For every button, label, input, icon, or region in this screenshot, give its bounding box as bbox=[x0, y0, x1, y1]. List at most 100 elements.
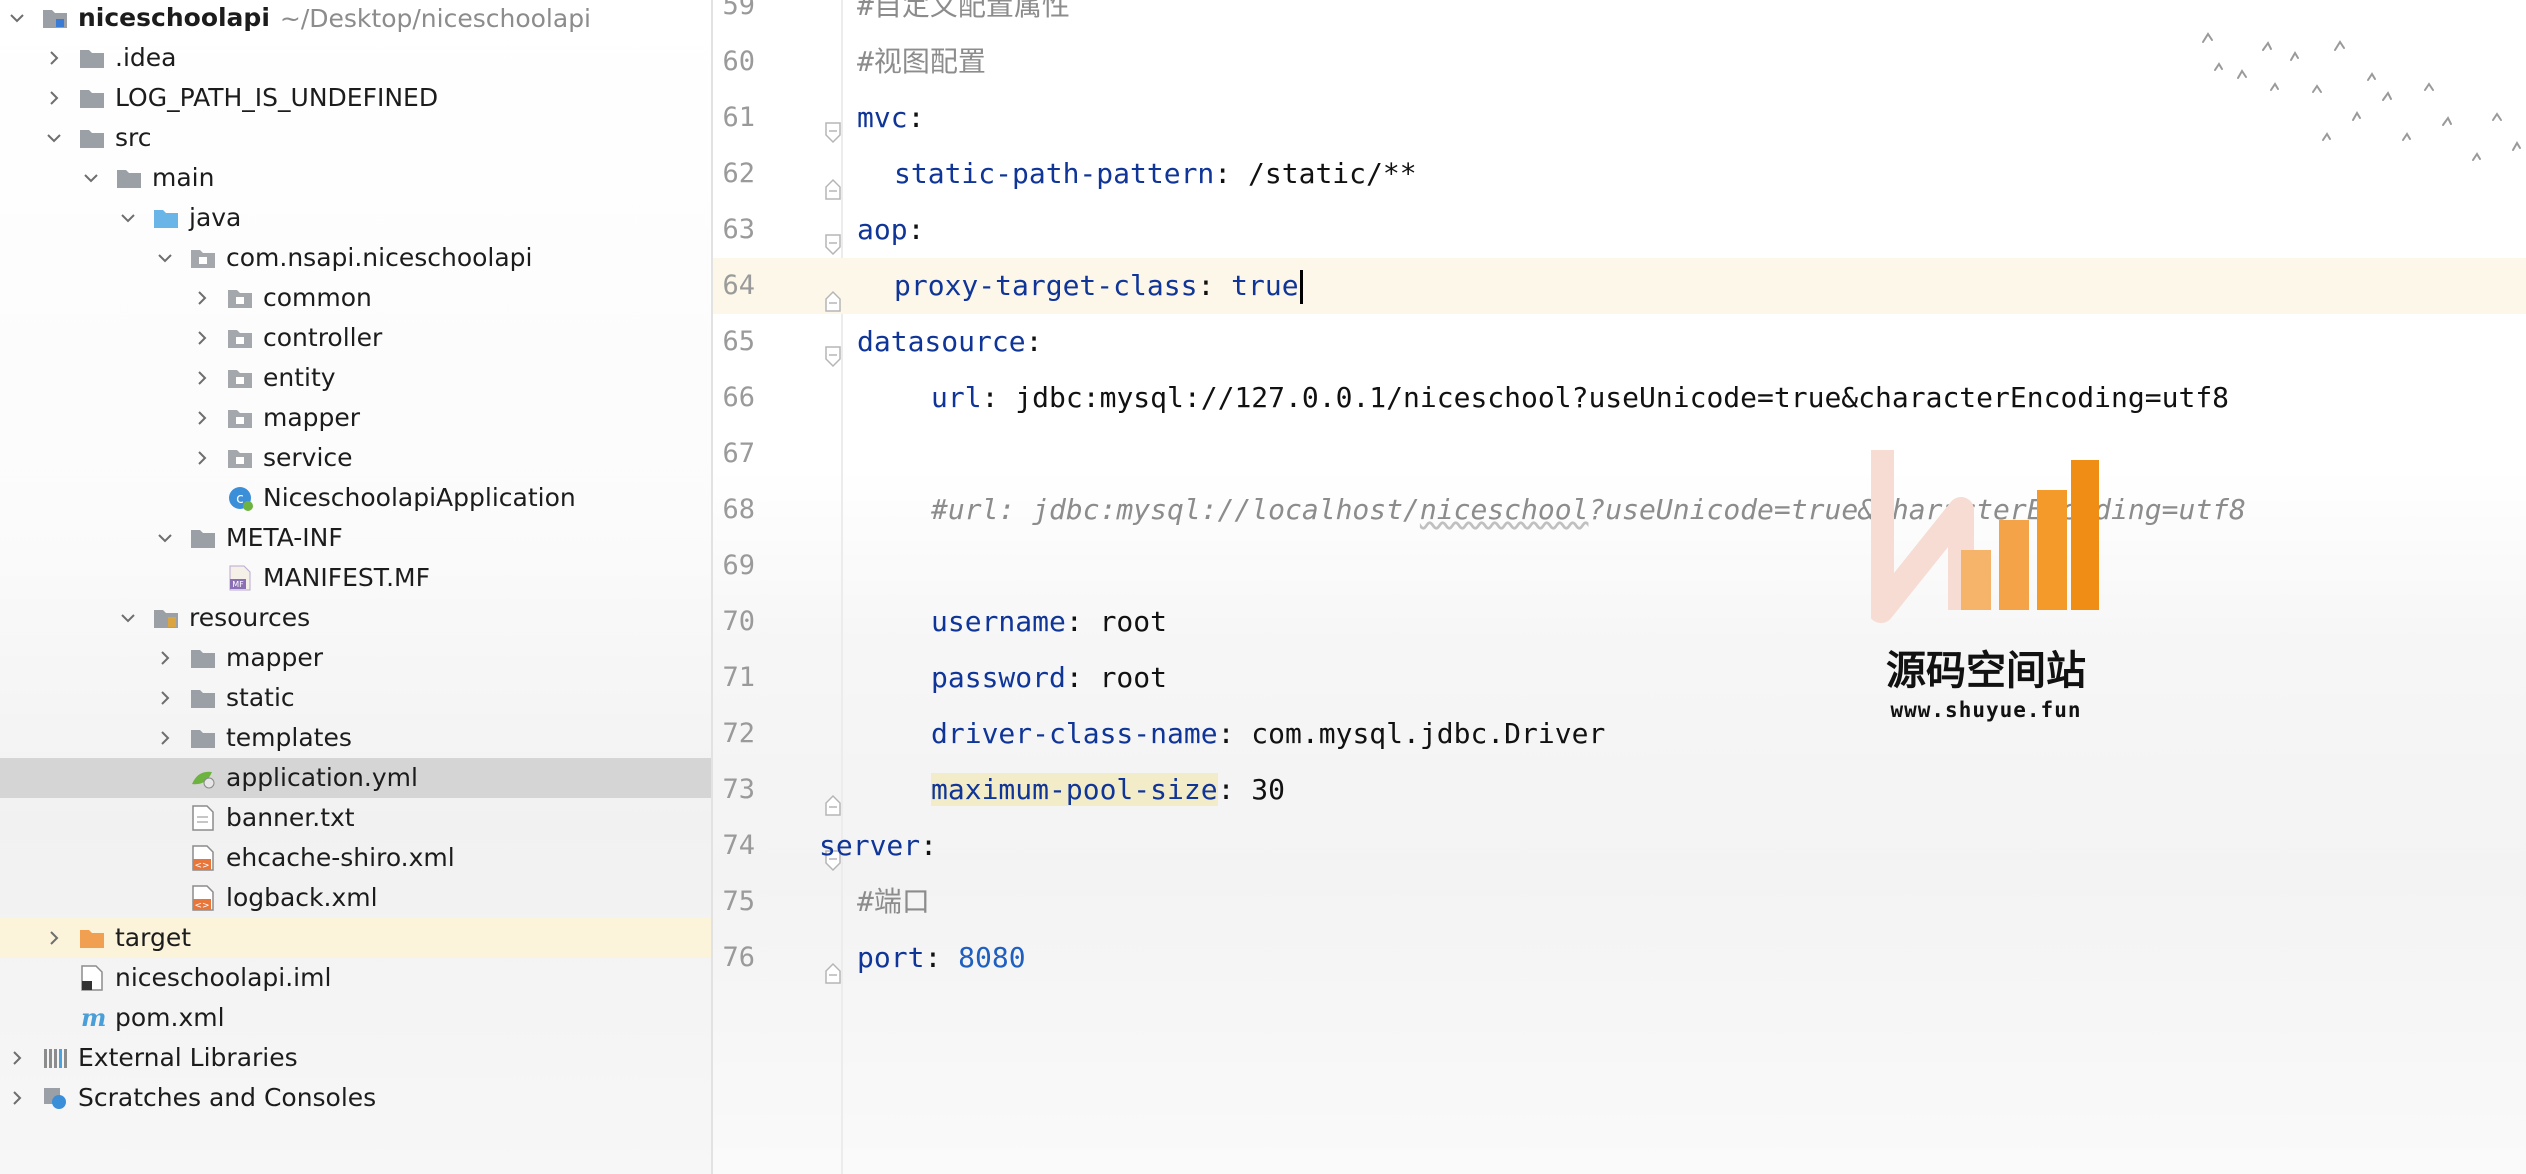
code-text: #端口 bbox=[857, 874, 930, 930]
code-token: proxy-target-class bbox=[894, 269, 1198, 302]
expand-arrow-right-icon[interactable] bbox=[193, 289, 211, 307]
expand-arrow-down-icon[interactable] bbox=[119, 609, 137, 627]
code-text: driver-class-name: com.mysql.jdbc.Driver bbox=[931, 706, 1605, 762]
code-token: maximum-pool-size bbox=[931, 773, 1218, 806]
tree-item-service[interactable]: service bbox=[0, 438, 711, 478]
tree-item-scratches-and-consoles[interactable]: Scratches and Consoles bbox=[0, 1078, 711, 1118]
expand-arrow-down-icon[interactable] bbox=[45, 129, 63, 147]
code-line[interactable]: 67 bbox=[713, 426, 2526, 482]
fold-end-icon[interactable] bbox=[825, 779, 841, 816]
code-token: : bbox=[907, 101, 925, 134]
tree-item-pom-xml[interactable]: m pom.xml bbox=[0, 998, 711, 1038]
code-line[interactable]: 74 server: bbox=[713, 818, 2526, 874]
tree-item-ehcache-shiro-xml[interactable]: <> ehcache-shiro.xml bbox=[0, 838, 711, 878]
tree-item-idea[interactable]: .idea bbox=[0, 38, 711, 78]
fold-end-icon[interactable] bbox=[825, 947, 841, 984]
code-token: : bbox=[924, 941, 959, 974]
folder-icon bbox=[190, 526, 216, 550]
tree-item-application-yml[interactable]: application.yml bbox=[0, 758, 711, 798]
expand-arrow-right-icon[interactable] bbox=[193, 369, 211, 387]
code-text: username: root bbox=[931, 594, 1167, 650]
expand-arrow-right-icon[interactable] bbox=[193, 329, 211, 347]
tree-item-java[interactable]: java bbox=[0, 198, 711, 238]
tree-item-manifest-mf[interactable]: MF MANIFEST.MF bbox=[0, 558, 711, 598]
tree-item-templates[interactable]: templates bbox=[0, 718, 711, 758]
tree-item-label: pom.xml bbox=[115, 1003, 225, 1032]
tree-item-logback-xml[interactable]: <> logback.xml bbox=[0, 878, 711, 918]
tree-item-label: META-INF bbox=[226, 523, 343, 552]
expand-arrow-down-icon[interactable] bbox=[156, 529, 174, 547]
code-token: : bbox=[907, 213, 925, 246]
expand-arrow-right-icon[interactable] bbox=[193, 409, 211, 427]
fold-end-icon[interactable] bbox=[825, 275, 841, 312]
code-line[interactable]: 73 maximum-pool-size: 30 bbox=[713, 762, 2526, 818]
folder-icon bbox=[79, 126, 105, 150]
line-number: 76 bbox=[722, 942, 755, 973]
code-line[interactable]: 64 proxy-target-class: true bbox=[713, 258, 2526, 314]
code-line[interactable]: 65 datasource: bbox=[713, 314, 2526, 370]
code-token: : root bbox=[1065, 661, 1168, 694]
expand-arrow-right-icon[interactable] bbox=[8, 1049, 26, 1067]
code-line[interactable]: 66 url: jdbc:mysql://127.0.0.1/niceschool… bbox=[713, 370, 2526, 426]
expand-arrow-right-icon[interactable] bbox=[156, 649, 174, 667]
expand-arrow-down-icon[interactable] bbox=[8, 9, 26, 27]
tree-item-label: src bbox=[115, 123, 152, 152]
code-line[interactable]: 75 #端口 bbox=[713, 874, 2526, 930]
code-token: : bbox=[1025, 325, 1043, 358]
line-number: 64 bbox=[722, 270, 755, 301]
code-line[interactable]: 76 port: 8080 bbox=[713, 930, 2526, 986]
expand-arrow-right-icon[interactable] bbox=[193, 449, 211, 467]
expand-arrow-right-icon[interactable] bbox=[45, 49, 63, 67]
tree-item-resources[interactable]: resources bbox=[0, 598, 711, 638]
code-line[interactable]: 72 driver-class-name: com.mysql.jdbc.Driv… bbox=[713, 706, 2526, 762]
code-line[interactable]: 70 username: root bbox=[713, 594, 2526, 650]
tree-item-niceschoolapi[interactable]: niceschoolapi ~/Desktop/niceschoolapi bbox=[0, 0, 711, 38]
tree-item-mapper[interactable]: mapper bbox=[0, 398, 711, 438]
line-number: 60 bbox=[722, 46, 755, 77]
tree-item-common[interactable]: common bbox=[0, 278, 711, 318]
expand-arrow-down-icon[interactable] bbox=[156, 249, 174, 267]
expand-arrow-right-icon[interactable] bbox=[8, 1089, 26, 1107]
code-line[interactable]: 69 bbox=[713, 538, 2526, 594]
code-token: password bbox=[931, 661, 1066, 694]
tree-item-niceschoolapiapplication[interactable]: c NiceschoolapiApplication bbox=[0, 478, 711, 518]
line-number: 69 bbox=[722, 550, 755, 581]
expand-arrow-down-icon[interactable] bbox=[82, 169, 100, 187]
expand-arrow-right-icon[interactable] bbox=[45, 89, 63, 107]
code-editor[interactable]: 59 #自定义配置属性 60 #视图配置 61 mvc: 62 static-path-pat… bbox=[713, 0, 2526, 1174]
tree-item-controller[interactable]: controller bbox=[0, 318, 711, 358]
tree-item-static[interactable]: static bbox=[0, 678, 711, 718]
tree-item-mapper[interactable]: mapper bbox=[0, 638, 711, 678]
expand-arrow-right-icon[interactable] bbox=[45, 929, 63, 947]
tree-item-niceschoolapi-iml[interactable]: niceschoolapi.iml bbox=[0, 958, 711, 998]
tree-item-external-libraries[interactable]: External Libraries bbox=[0, 1038, 711, 1078]
tree-item-banner-txt[interactable]: banner.txt bbox=[0, 798, 711, 838]
tree-item-com-nsapi-niceschoolapi[interactable]: com.nsapi.niceschoolapi bbox=[0, 238, 711, 278]
code-line[interactable]: 71 password: root bbox=[713, 650, 2526, 706]
excluded-folder-icon bbox=[79, 926, 105, 950]
line-number: 75 bbox=[722, 886, 755, 917]
tree-item-log-path-is-undefined[interactable]: LOG_PATH_IS_UNDEFINED bbox=[0, 78, 711, 118]
expand-arrow-right-icon[interactable] bbox=[156, 729, 174, 747]
tree-item-target[interactable]: target bbox=[0, 918, 711, 958]
fold-start-icon[interactable] bbox=[825, 219, 841, 256]
tree-item-label: banner.txt bbox=[226, 803, 355, 832]
code-token: static-path-pattern bbox=[894, 157, 1215, 190]
tree-item-meta-inf[interactable]: META-INF bbox=[0, 518, 711, 558]
tree-item-src[interactable]: src bbox=[0, 118, 711, 158]
code-token: driver-class-name bbox=[931, 717, 1218, 750]
code-line[interactable]: 68 #url: jdbc:mysql://localhost/niceschoo… bbox=[713, 482, 2526, 538]
fold-start-icon[interactable] bbox=[825, 331, 841, 368]
expand-arrow-down-icon[interactable] bbox=[119, 209, 137, 227]
code-token: : jdbc:mysql://127.0.0.1/niceschool?useU… bbox=[981, 381, 2230, 414]
tree-item-entity[interactable]: entity bbox=[0, 358, 711, 398]
tree-item-label: NiceschoolapiApplication bbox=[263, 483, 576, 512]
expand-arrow-right-icon[interactable] bbox=[156, 689, 174, 707]
tree-item-main[interactable]: main bbox=[0, 158, 711, 198]
fold-start-icon[interactable] bbox=[825, 107, 841, 144]
package-icon bbox=[227, 446, 253, 470]
tree-item-label: Scratches and Consoles bbox=[78, 1083, 377, 1112]
fold-end-icon[interactable] bbox=[825, 163, 841, 200]
code-token: true bbox=[1231, 269, 1299, 302]
xml-file-icon: <> bbox=[190, 885, 216, 911]
